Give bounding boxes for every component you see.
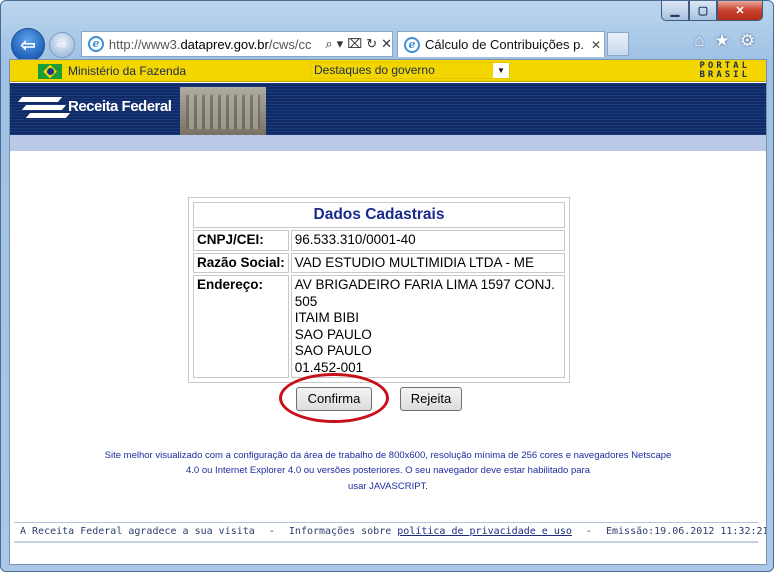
- address-url[interactable]: http://www3.dataprev.gov.br/cws/cc: [109, 37, 321, 52]
- page-content: Ministério da Fazenda Destaques do gover…: [9, 59, 767, 565]
- favorites-icon[interactable]: ★: [715, 31, 730, 51]
- address-line: ITAIM BIBI: [294, 310, 360, 325]
- search-icon[interactable]: ⌕: [325, 36, 332, 52]
- back-button[interactable]: ⇦: [11, 28, 45, 62]
- minimize-button[interactable]: ▁: [661, 1, 689, 21]
- table-row: CNPJ/CEI: 96.533.310/0001-40: [193, 230, 565, 251]
- address-line: AV BRIGADEIRO FARIA LIMA 1597 CONJ. 505: [294, 277, 555, 309]
- footer-thanks: A Receita Federal agradece a sua visita: [20, 526, 255, 537]
- url-domain: dataprev.gov.br: [180, 36, 269, 52]
- new-tab-button[interactable]: [607, 32, 629, 56]
- navigation-bar: ⇦ ⇨ e http://www3.dataprev.gov.br/cws/cc…: [11, 28, 765, 62]
- settings-icon[interactable]: ⚙: [740, 31, 755, 51]
- url-prefix: http://www3.: [108, 36, 181, 52]
- maximize-button[interactable]: ▢: [689, 1, 717, 21]
- cnpj-value: 96.533.310/0001-40: [290, 230, 565, 251]
- table-row: Razão Social: VAD ESTUDIO MULTIMIDIA LTD…: [193, 252, 565, 273]
- refresh-icon[interactable]: ↻: [366, 36, 377, 52]
- browser-window: ▁ ▢ ✕ ⇦ ⇨ e http://www3.dataprev.gov.br/…: [0, 0, 774, 572]
- browser-tab[interactable]: e Cálculo de Contribuições p... ✕: [397, 31, 605, 57]
- address-label: Endereço:: [193, 275, 289, 378]
- footer-separator: -: [585, 526, 592, 537]
- registration-table: Dados Cadastrais CNPJ/CEI: 96.533.310/00…: [191, 200, 567, 380]
- emission-timestamp: Emissão:19.06.2012 11:32:21: [605, 526, 767, 537]
- portal-line2: BRASIL: [699, 70, 750, 80]
- tab-page-icon: e: [404, 36, 420, 53]
- receita-federal-logo-icon: [17, 93, 71, 121]
- window-controls: ▁ ▢ ✕: [661, 1, 763, 21]
- stop-icon[interactable]: ✕: [381, 36, 392, 52]
- company-name-value: VAD ESTUDIO MULTIMIDIA LTDA - ME: [290, 252, 565, 273]
- receita-federal-banner: Receita Federal: [10, 83, 766, 135]
- browser-tools: ⌂ ★ ⚙: [694, 31, 755, 51]
- compatibility-icon[interactable]: ⌧: [347, 36, 362, 52]
- tab-close-icon[interactable]: ✕: [591, 38, 601, 52]
- card-title: Dados Cadastrais: [193, 202, 565, 228]
- footer-separator: -: [268, 526, 275, 537]
- government-highlights-select[interactable]: Destaques do governo ▼: [310, 62, 510, 79]
- url-path: /cws/cc: [268, 36, 312, 52]
- note-line1: Site melhor visualizado com a configuraç…: [104, 450, 672, 476]
- address-bar[interactable]: e http://www3.dataprev.gov.br/cws/cc ⌕ ▾…: [81, 31, 393, 57]
- portal-brasil-logo[interactable]: PORTAL BRASIL: [699, 62, 750, 80]
- ie-page-icon: e: [88, 36, 104, 52]
- note-line2: usar JAVASCRIPT.: [348, 481, 428, 492]
- cnpj-label: CNPJ/CEI:: [193, 230, 289, 251]
- tab-title: Cálculo de Contribuições p...: [425, 37, 583, 52]
- footer-info-text: Informações sobre: [288, 526, 398, 537]
- address-value: AV BRIGADEIRO FARIA LIMA 1597 CONJ. 505 …: [290, 275, 565, 378]
- home-icon[interactable]: ⌂: [694, 31, 704, 51]
- dropdown-icon[interactable]: ▾: [337, 36, 344, 52]
- receita-federal-title: Receita Federal: [68, 98, 172, 115]
- chevron-down-icon[interactable]: ▼: [493, 63, 509, 78]
- registration-data-card: Dados Cadastrais CNPJ/CEI: 96.533.310/00…: [188, 197, 570, 383]
- page-footer: A Receita Federal agradece a sua visita …: [14, 522, 766, 543]
- government-bar: Ministério da Fazenda Destaques do gover…: [10, 60, 766, 82]
- close-window-button[interactable]: ✕: [717, 1, 763, 21]
- table-row: Endereço: AV BRIGADEIRO FARIA LIMA 1597 …: [193, 275, 565, 378]
- building-image: [180, 87, 266, 135]
- forward-button[interactable]: ⇨: [49, 32, 75, 58]
- address-line: SAO PAULO: [294, 326, 372, 342]
- browser-requirements-note: Site melhor visualizado com a configuraç…: [100, 448, 676, 494]
- banner-strip: [10, 135, 766, 151]
- reject-button[interactable]: Rejeita: [400, 387, 462, 411]
- brazil-flag-icon: [38, 64, 62, 79]
- select-value: Destaques do governo: [314, 63, 435, 77]
- privacy-policy-link[interactable]: política de privacidade e uso: [397, 526, 572, 537]
- confirm-button[interactable]: Confirma: [296, 387, 372, 411]
- company-name-label: Razão Social:: [193, 252, 289, 273]
- ministry-link[interactable]: Ministério da Fazenda: [68, 64, 186, 78]
- address-line: SAO PAULO: [294, 343, 372, 358]
